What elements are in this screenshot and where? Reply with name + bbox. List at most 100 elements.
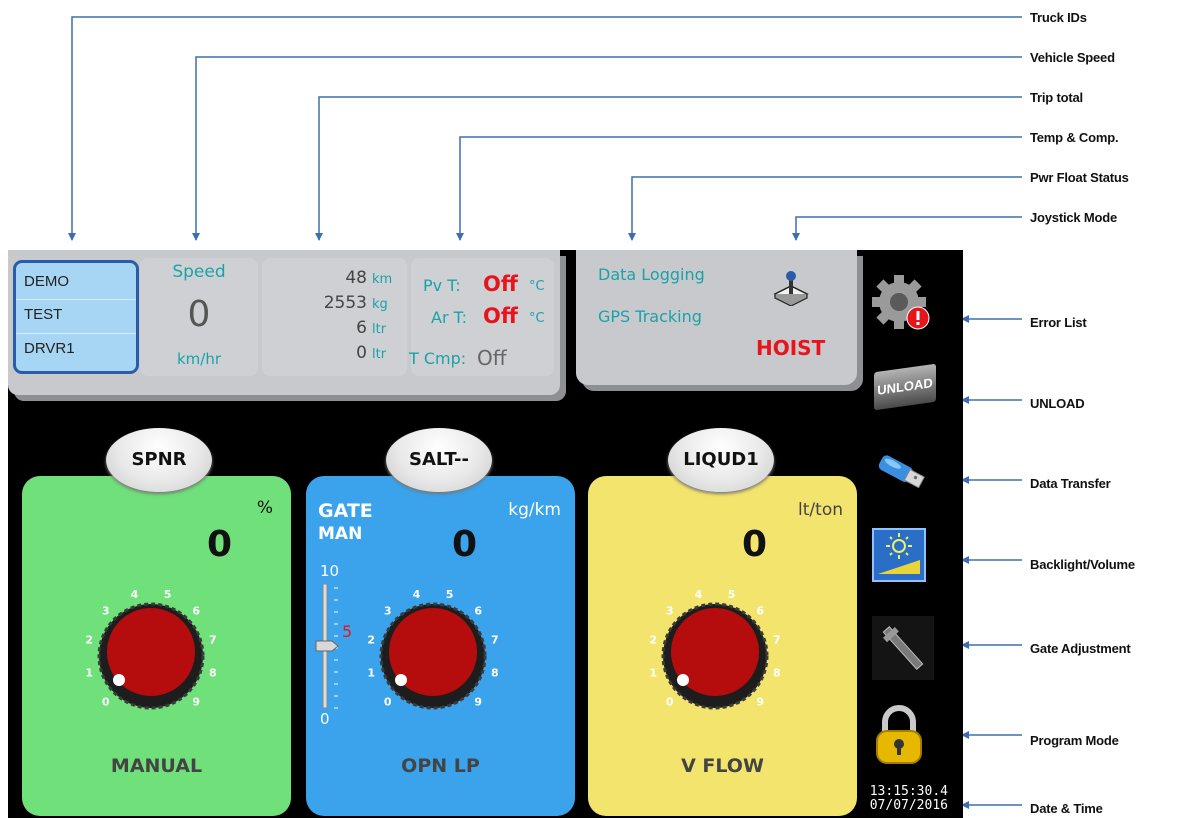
callout-trip-total: Trip total [1030, 90, 1083, 105]
callout-gate-adjust: Gate Adjustment [1030, 641, 1131, 656]
gate-mode: MAN [318, 524, 363, 544]
backlight-volume-icon[interactable] [872, 528, 926, 582]
spinner-value: 0 [207, 524, 233, 565]
callout-program-mode: Program Mode [1030, 733, 1119, 748]
unload-button[interactable]: UNLOAD [874, 363, 936, 411]
gate-adjustment-icon[interactable] [872, 616, 934, 680]
dial-scale-label: 6 [192, 605, 200, 618]
dial-scale-label: 8 [773, 667, 781, 680]
pv-temp-unit: °C [529, 279, 545, 294]
dial-scale-label: 4 [131, 588, 139, 601]
gate-label: GATE [318, 500, 373, 522]
ar-temp-label: Ar T: [431, 308, 468, 327]
truck-ids-box[interactable]: DEMO TEST DRVR1 [13, 260, 139, 374]
callout-backlight: Backlight/Volume [1030, 557, 1135, 572]
joystick-mode: HOIST [756, 336, 826, 360]
dial-scale-label: 5 [164, 588, 172, 601]
usb-drive-icon[interactable] [872, 450, 932, 494]
speed-unit: km/hr [176, 350, 222, 368]
trip-liquid2: 0 [356, 343, 367, 363]
knob-indicator [395, 674, 407, 686]
trip-liquid2-unit: ltr [372, 347, 387, 362]
dial-scale-label: 0 [102, 695, 110, 708]
dial-scale-label: 6 [756, 605, 764, 618]
callout-data-transfer: Data Transfer [1030, 476, 1111, 491]
spinner-mode[interactable]: MANUAL [22, 755, 291, 777]
dial-scale-label: 8 [209, 667, 217, 680]
ar-temp-unit: °C [529, 311, 545, 326]
ar-temp-value: Off [483, 304, 518, 328]
liquid-mode[interactable]: V FLOW [588, 755, 857, 777]
liquid-select-button[interactable]: LIQUD1 [668, 428, 774, 492]
clock-time: 13:15:30.4 [869, 784, 948, 799]
trip-weight: 2553 [323, 293, 367, 313]
callout-truck-ids: Truck IDs [1030, 10, 1087, 25]
tcmp-value: Off [477, 346, 507, 370]
spinner-unit: % [256, 498, 273, 518]
callout-unload: UNLOAD [1030, 396, 1085, 411]
error-list-gear-icon[interactable] [872, 272, 932, 332]
dial-scale-label: 5 [446, 588, 454, 601]
dial-scale-label: 2 [85, 633, 93, 646]
speed-box: Speed 0 km/hr [140, 258, 258, 376]
salt-value: 0 [452, 524, 478, 565]
callout-joystick: Joystick Mode [1030, 210, 1117, 225]
program-mode-lock-icon[interactable] [872, 705, 926, 767]
salt-select-button[interactable]: SALT-- [386, 428, 492, 492]
dial-scale-label: 3 [666, 605, 674, 618]
dial-scale-label: 3 [384, 605, 392, 618]
dial-scale-label: 4 [695, 588, 703, 601]
liquid-unit: lt/ton [798, 500, 843, 520]
dial-scale-label: 8 [491, 667, 499, 680]
spinner-dial[interactable]: 0 1 2 3 4 5 6 7 8 9 [76, 568, 226, 738]
truck-id-3: DRVR1 [24, 340, 75, 357]
knob-indicator [113, 674, 125, 686]
dial-scale-label: 4 [413, 588, 421, 601]
salt-unit: kg/km [508, 500, 561, 520]
trip-distance: 48 [345, 268, 367, 288]
dial-scale-label: 2 [649, 633, 657, 646]
dial-scale-label: 6 [474, 605, 482, 618]
info-bar: DEMO TEST DRVR1 Speed 0 km/hr 48 km 2553… [8, 250, 560, 395]
speed-label: Speed [172, 262, 226, 282]
dial-scale-label: 7 [209, 633, 217, 646]
dial-scale-label: 1 [85, 667, 93, 680]
joystick-icon[interactable] [771, 268, 811, 306]
callout-temp-comp: Temp & Comp. [1030, 130, 1119, 145]
callout-vehicle-speed: Vehicle Speed [1030, 50, 1115, 65]
dial-scale-label: 1 [367, 667, 375, 680]
speed-value: 0 [187, 294, 211, 335]
spinner-select-button[interactable]: SPNR [106, 428, 212, 492]
gps-tracking-status: GPS Tracking [598, 307, 702, 326]
trip-distance-unit: km [372, 272, 393, 287]
pv-temp-label: Pv T: [423, 276, 461, 295]
trip-weight-unit: kg [372, 297, 388, 312]
clock: 13:15:30.4 07/07/2016 [858, 785, 948, 813]
liquid-dial[interactable]: 0 1 2 3 4 5 6 7 8 9 [640, 568, 790, 738]
pv-temp-value: Off [483, 272, 518, 296]
dial-scale-label: 5 [728, 588, 736, 601]
dial-scale-label: 9 [756, 695, 764, 708]
dial-scale-label: 0 [384, 695, 392, 708]
temp-comp-box: Pv T: Off °C Ar T: Off °C T Cmp: Off [409, 258, 554, 376]
data-logging-status: Data Logging [598, 265, 705, 284]
callout-date-time: Date & Time [1030, 801, 1103, 816]
status-bar: Data Logging GPS Tracking HOIST [576, 250, 857, 385]
dial-scale-label: 9 [474, 695, 482, 708]
callout-error-list: Error List [1030, 315, 1087, 330]
trip-total-box: 48 km 2553 kg 6 ltr 0 ltr [262, 258, 407, 376]
dial-scale-label: 9 [192, 695, 200, 708]
truck-id-1: DEMO [24, 273, 69, 290]
callout-pwr-float: Pwr Float Status [1030, 170, 1129, 185]
salt-dial[interactable]: 0 1 2 3 4 5 6 7 8 9 [358, 568, 508, 738]
salt-mode[interactable]: OPN LP [306, 755, 575, 777]
dial-scale-label: 1 [649, 667, 657, 680]
gate-max: 10 [320, 562, 340, 580]
clock-date: 07/07/2016 [869, 798, 948, 813]
tcmp-label: T Cmp: [409, 349, 467, 368]
dial-scale-label: 2 [367, 633, 375, 646]
gate-min: 0 [320, 710, 330, 728]
liquid-value: 0 [742, 524, 768, 565]
gate-slider-thumb [315, 640, 339, 652]
gate-slider[interactable] [314, 580, 350, 712]
